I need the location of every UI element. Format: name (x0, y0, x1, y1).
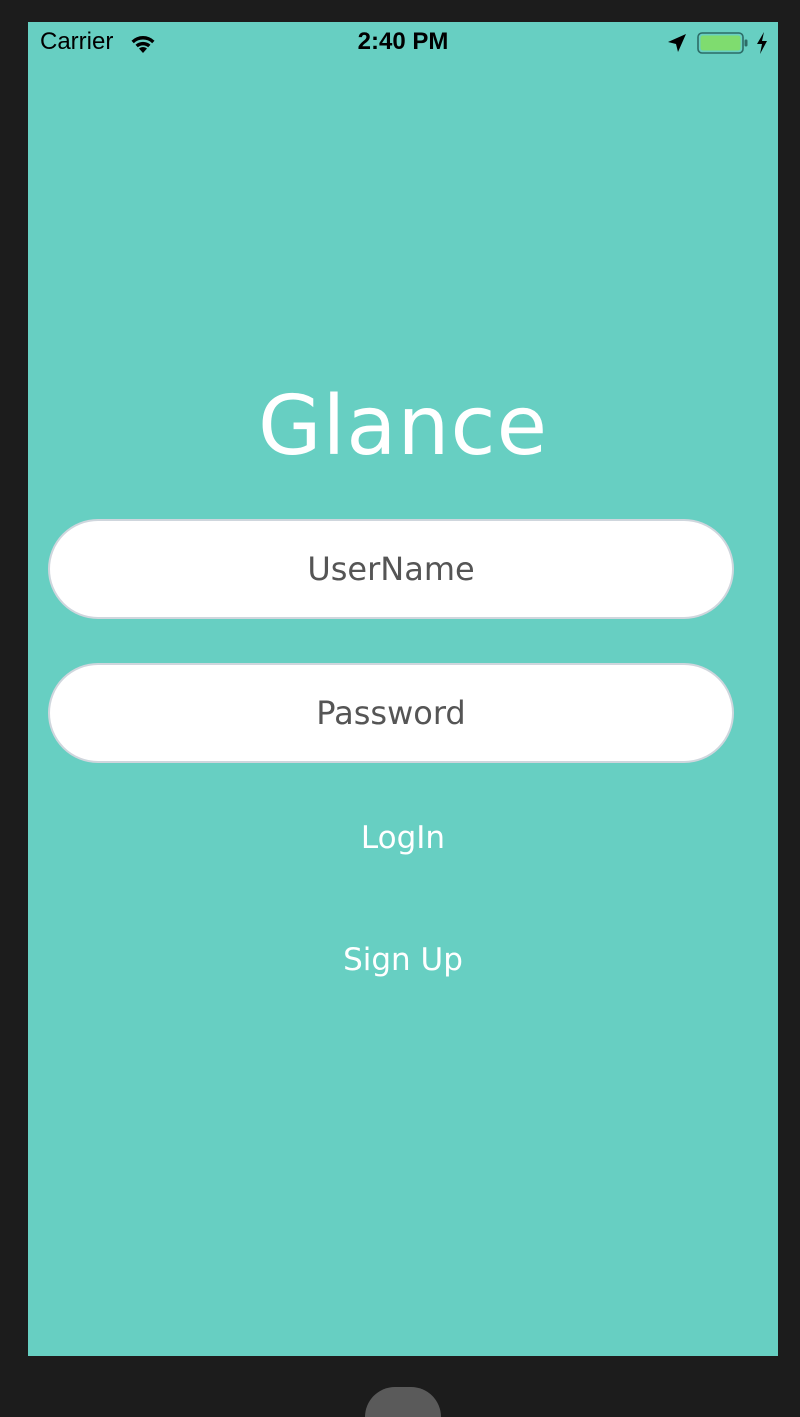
login-button[interactable]: LogIn (28, 813, 778, 863)
charging-bolt-icon (757, 32, 767, 54)
signup-button[interactable]: Sign Up (28, 935, 778, 985)
username-input[interactable] (50, 520, 732, 618)
username-field[interactable] (48, 519, 734, 619)
password-input[interactable] (50, 664, 732, 762)
battery-icon (697, 32, 748, 54)
app-title: Glance (257, 379, 549, 474)
location-icon (668, 34, 686, 52)
status-bar: Carrier 2:40 PM (28, 22, 778, 62)
home-button[interactable] (365, 1387, 441, 1417)
app-screen: Carrier 2:40 PM Glance LogIn Sign Up (28, 22, 778, 1356)
password-field[interactable] (48, 663, 734, 763)
